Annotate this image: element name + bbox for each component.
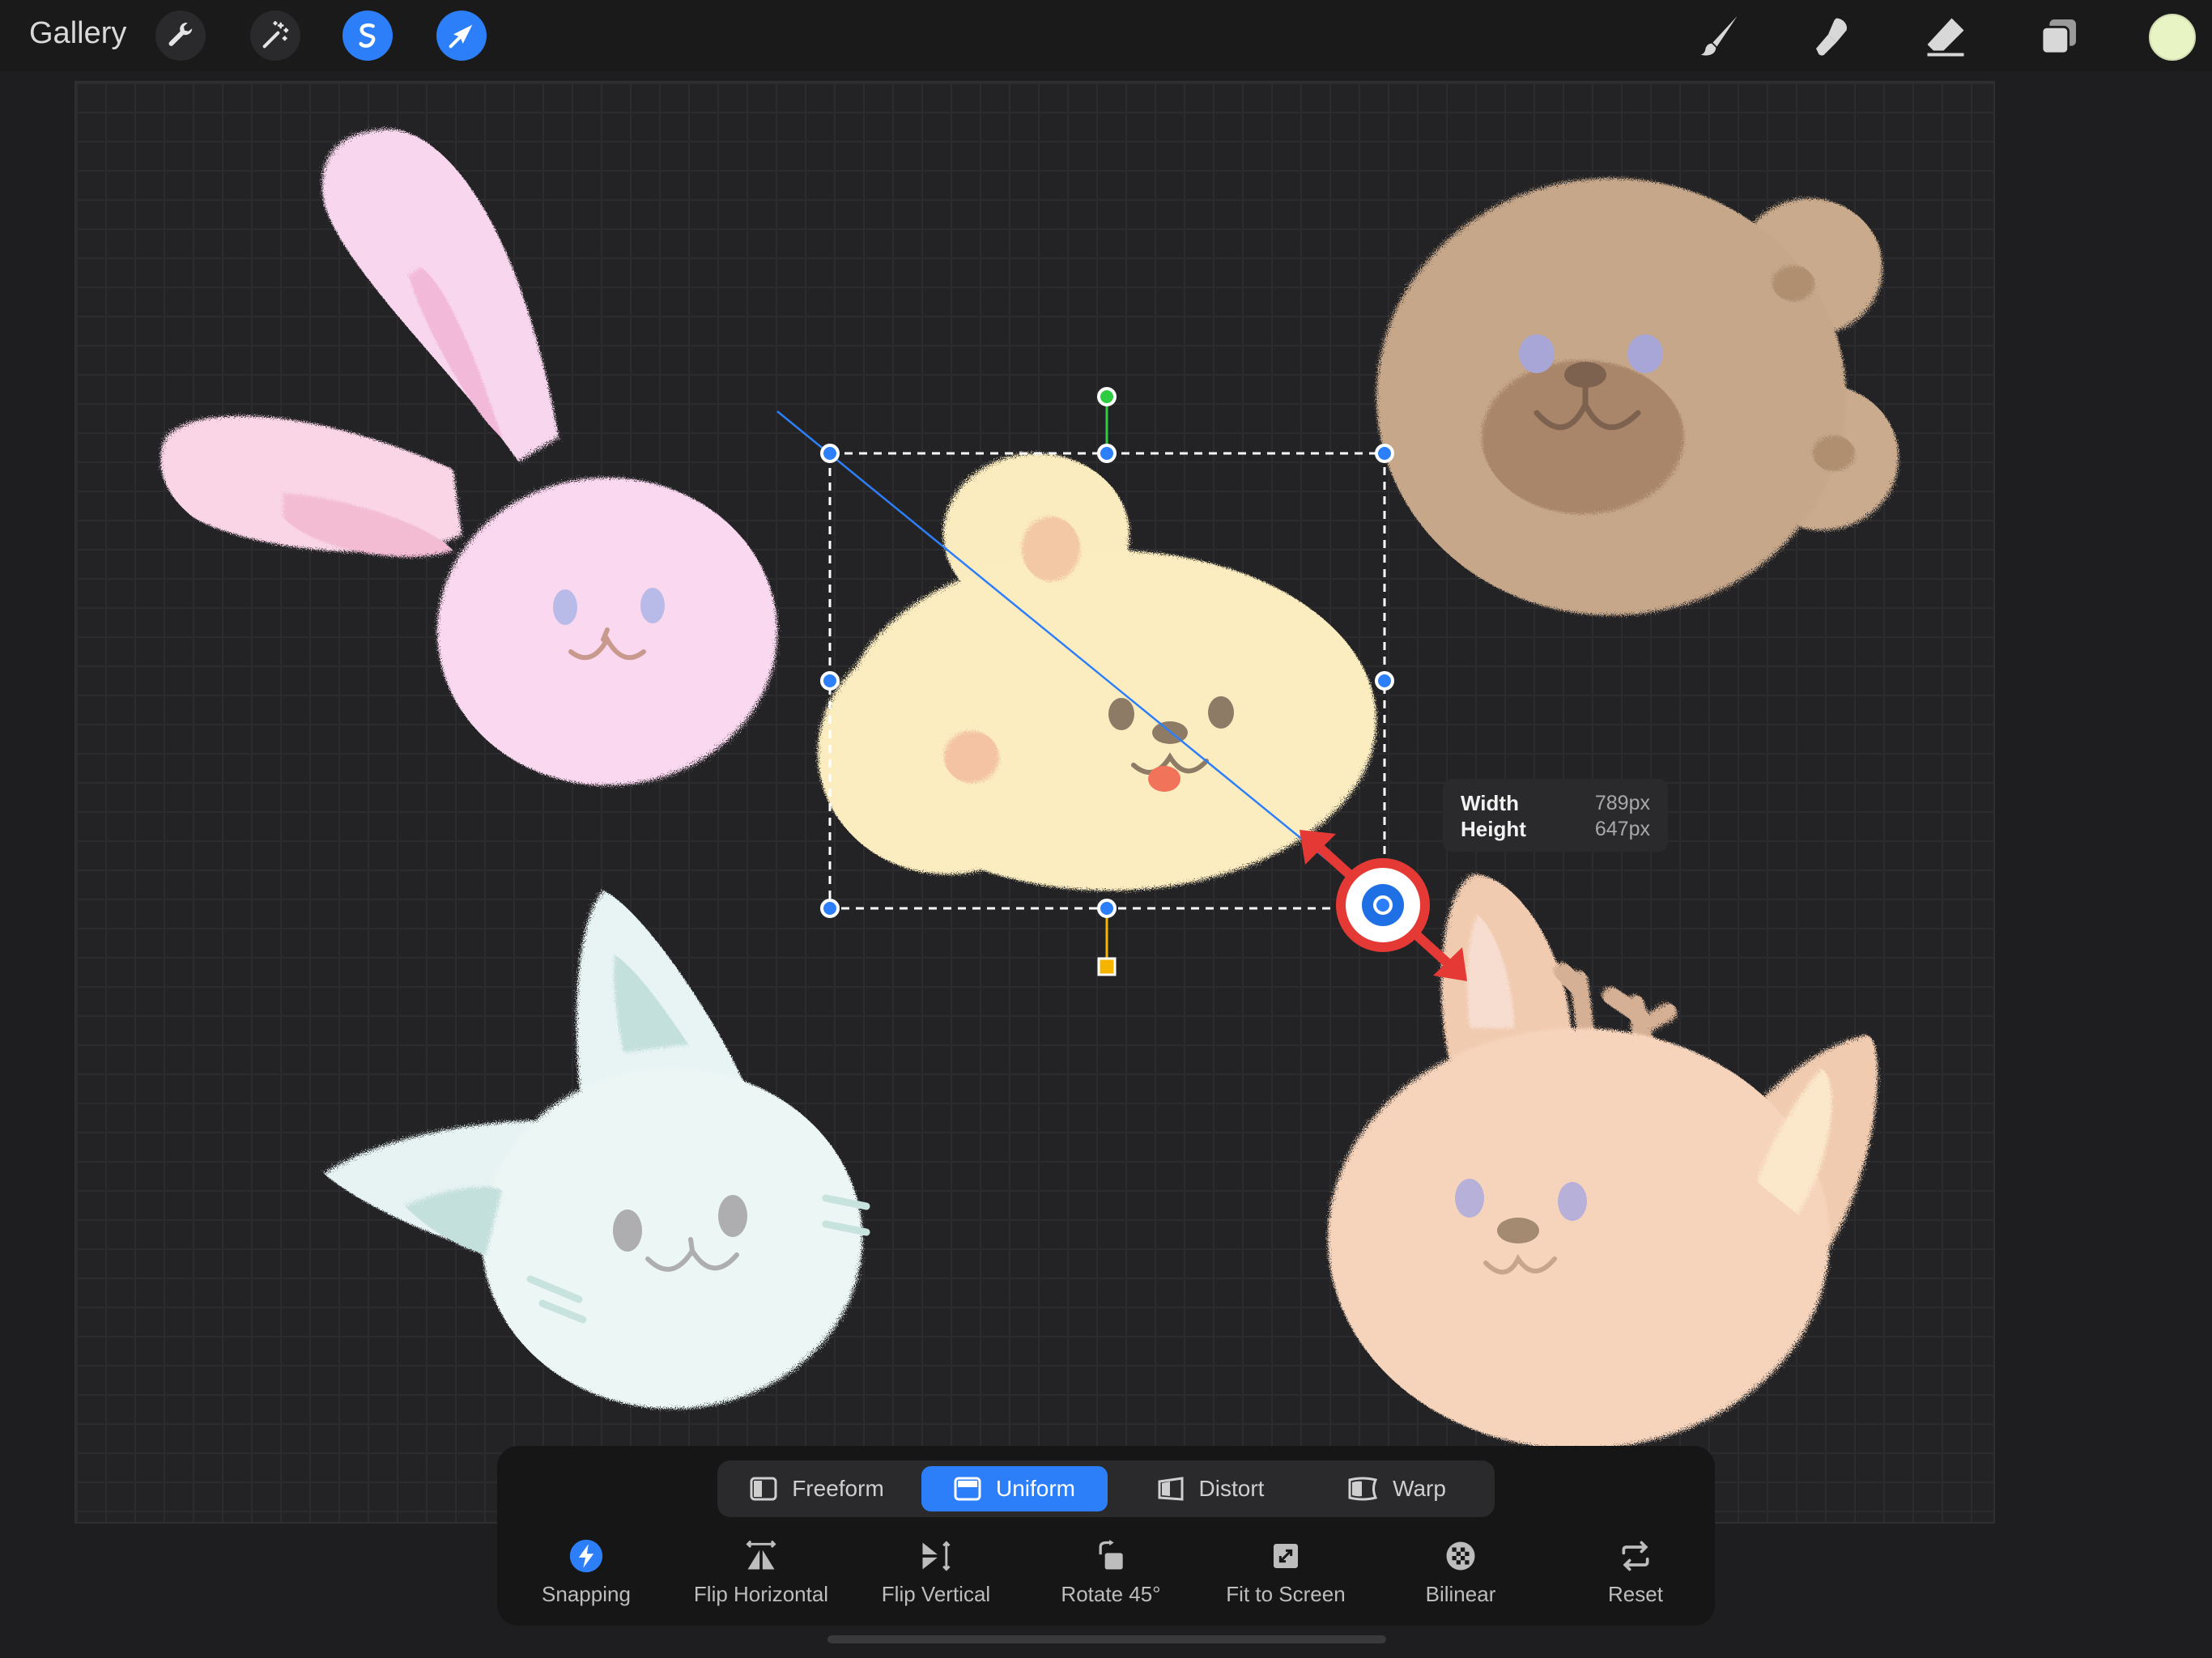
- rotate-45-button[interactable]: Rotate 45°: [1023, 1535, 1198, 1616]
- deer-eye: [1455, 1179, 1484, 1218]
- cat-eye: [718, 1195, 747, 1237]
- corner-handle-bottom-right[interactable]: [1373, 895, 1393, 915]
- bunny-eye: [640, 588, 665, 623]
- transform-panel: Freeform Uniform Distort Warp Snapping F…: [497, 1446, 1715, 1626]
- bear-eye: [1627, 334, 1663, 373]
- pivot-handle[interactable]: [1097, 957, 1117, 976]
- warp-icon: [1348, 1477, 1378, 1501]
- mode-label: Warp: [1393, 1476, 1446, 1501]
- action-label: Reset: [1608, 1582, 1663, 1606]
- rotate-icon: [1099, 1539, 1123, 1570]
- flip-vertical-button[interactable]: Flip Vertical: [849, 1535, 1023, 1616]
- corner-handle-bottom-left[interactable]: [820, 899, 840, 918]
- uniform-icon: [954, 1477, 981, 1501]
- mode-warp[interactable]: Warp: [1307, 1466, 1487, 1511]
- deer-nose: [1497, 1218, 1539, 1244]
- action-label: Snapping: [542, 1582, 631, 1606]
- dog-eye: [1208, 696, 1234, 729]
- bunny-drawing: [160, 129, 777, 785]
- deer-drawing: [1328, 874, 1878, 1449]
- bunny-eye: [553, 589, 577, 625]
- flip-horizontal-icon: [746, 1540, 776, 1570]
- action-label: Bilinear: [1425, 1582, 1496, 1606]
- mode-label: Freeform: [792, 1476, 884, 1501]
- reset-icon: [1622, 1541, 1649, 1571]
- dog-tongue: [1148, 766, 1180, 792]
- canvas-artwork: [160, 129, 1899, 1449]
- fit-to-screen-icon: [1274, 1544, 1298, 1568]
- freeform-icon: [750, 1477, 777, 1501]
- action-label: Fit to Screen: [1226, 1582, 1346, 1606]
- transform-actions: Snapping Flip Horizontal Flip Vertical R…: [497, 1535, 1715, 1616]
- edge-handle-right[interactable]: [1375, 671, 1394, 691]
- snapping-button[interactable]: Snapping: [499, 1535, 674, 1616]
- cat-drawing: [324, 891, 862, 1409]
- distort-icon: [1158, 1477, 1184, 1501]
- deer-eye: [1558, 1182, 1587, 1221]
- height-label: Height: [1461, 817, 1526, 841]
- corner-handle-top-right[interactable]: [1375, 444, 1394, 463]
- rotate-handle[interactable]: [1097, 387, 1117, 406]
- action-label: Flip Vertical: [881, 1582, 991, 1606]
- reset-button[interactable]: Reset: [1548, 1535, 1723, 1616]
- width-value: 789px: [1594, 792, 1650, 814]
- fit-to-screen-button[interactable]: Fit to Screen: [1198, 1535, 1373, 1616]
- dog-eye: [1108, 698, 1134, 730]
- lightning-icon: [569, 1539, 603, 1573]
- edge-handle-left[interactable]: [820, 671, 840, 691]
- bear-drawing: [1376, 178, 1899, 615]
- edge-handle-top[interactable]: [1097, 444, 1117, 463]
- width-label: Width: [1461, 791, 1519, 815]
- home-indicator[interactable]: [827, 1635, 1386, 1643]
- mode-label: Uniform: [995, 1476, 1075, 1501]
- mode-freeform[interactable]: Freeform: [727, 1466, 907, 1511]
- mode-uniform[interactable]: Uniform: [921, 1466, 1108, 1511]
- height-value: 647px: [1594, 818, 1650, 840]
- bilinear-icon: [1446, 1541, 1475, 1571]
- corner-handle-top-left[interactable]: [820, 444, 840, 463]
- action-label: Rotate 45°: [1061, 1582, 1161, 1606]
- bear-eye: [1519, 334, 1555, 373]
- flip-vertical-icon: [922, 1541, 951, 1571]
- transform-mode-selector: Freeform Uniform Distort Warp: [717, 1460, 1495, 1517]
- flip-horizontal-button[interactable]: Flip Horizontal: [674, 1535, 849, 1616]
- mode-distort[interactable]: Distort: [1121, 1466, 1300, 1511]
- bilinear-button[interactable]: Bilinear: [1373, 1535, 1548, 1616]
- edge-handle-bottom[interactable]: [1097, 899, 1117, 918]
- mode-label: Distort: [1198, 1476, 1265, 1501]
- action-label: Flip Horizontal: [693, 1582, 829, 1606]
- size-readout: Width 789px Height 647px: [1443, 779, 1668, 852]
- procreate-app: Gallery Width 789px Height 647px Freefor…: [0, 0, 2212, 1658]
- cat-eye: [613, 1209, 642, 1252]
